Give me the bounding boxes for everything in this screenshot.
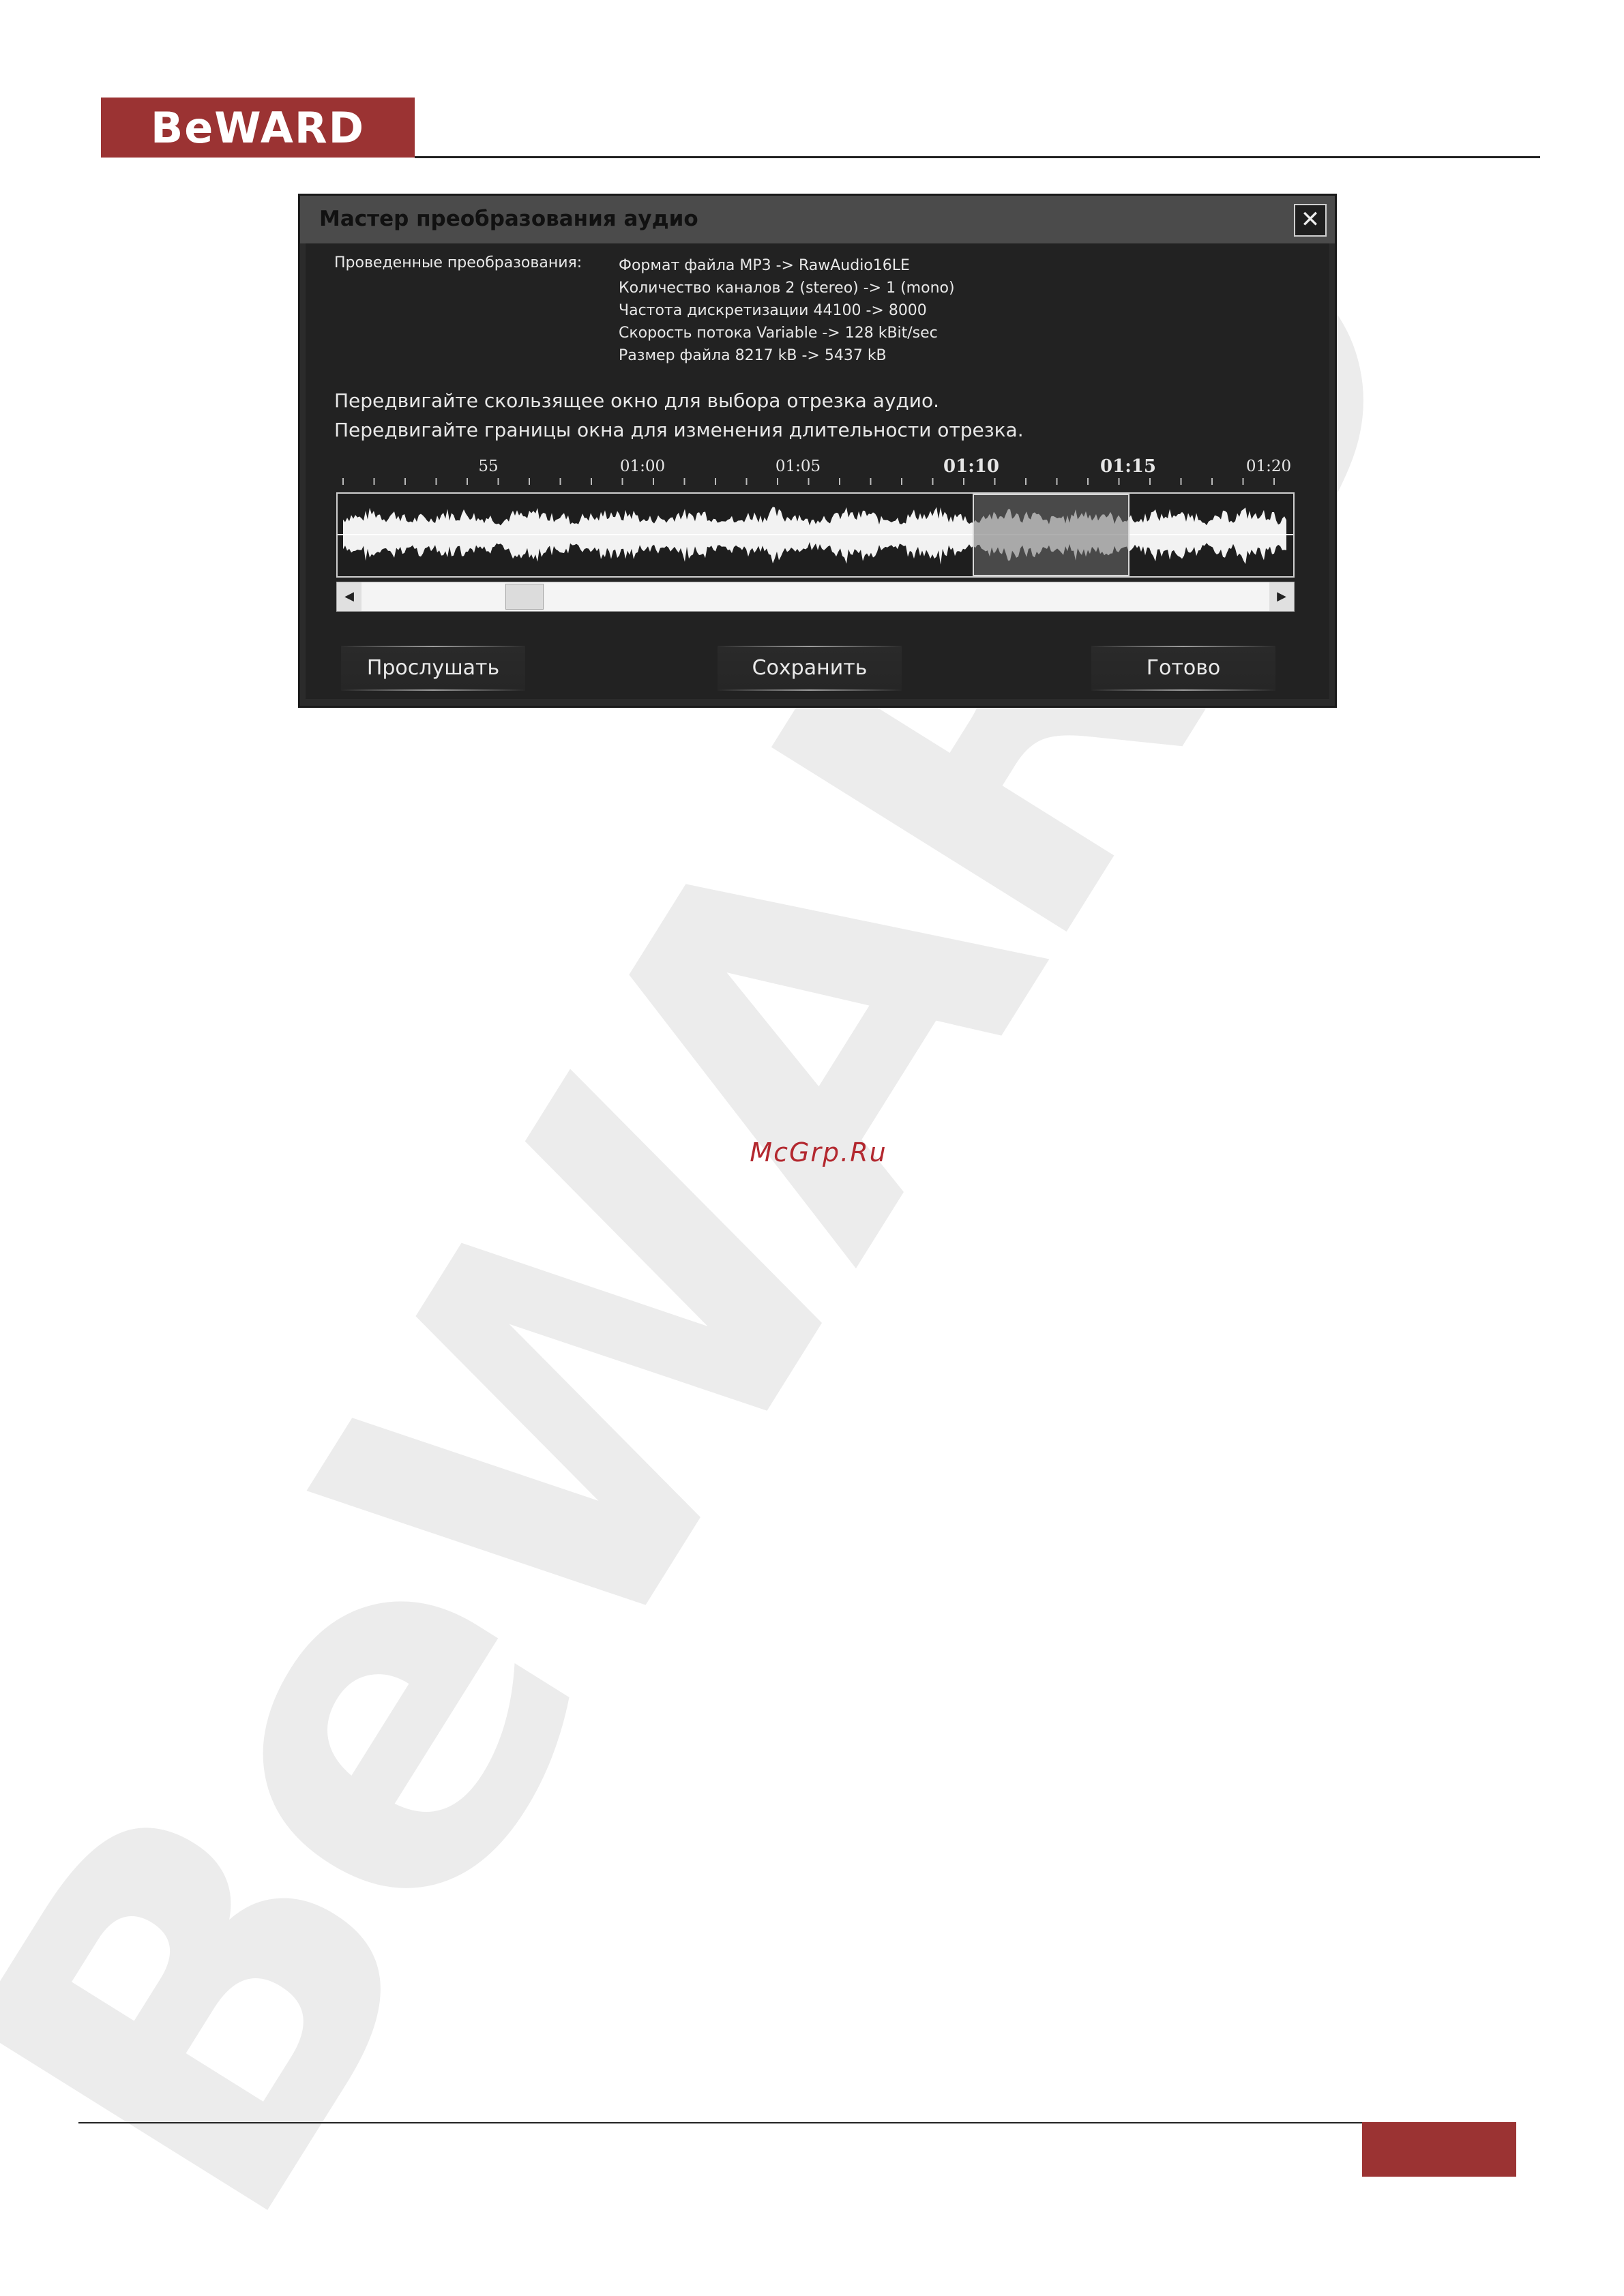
waveform-envelope — [343, 507, 1286, 565]
arrow-right-icon: ▶ — [1277, 589, 1286, 603]
instruction-text: Передвигайте скользящее окно для выбора … — [334, 389, 939, 412]
scroll-left-button[interactable]: ◀ — [337, 582, 361, 611]
close-button[interactable]: ✕ — [1294, 204, 1327, 237]
save-button[interactable]: Сохранить — [718, 646, 902, 691]
waveform-view[interactable] — [336, 492, 1295, 578]
conversion-item: Формат файла MP3 -> RawAudio16LE — [619, 257, 910, 274]
watermark-site-text: McGrp.Ru — [750, 1137, 887, 1167]
beward-logo: BeWARD — [101, 98, 415, 158]
logo-text: BeWARD — [150, 102, 366, 153]
waveform — [338, 507, 1293, 565]
timeline-label: 01:20 — [1245, 458, 1292, 475]
conversions-label: Проведенные преобразования: — [334, 254, 582, 271]
conversion-item: Скорость потока Variable -> 128 kBit/sec — [619, 325, 938, 342]
horizontal-scrollbar[interactable]: ◀ ▶ — [336, 582, 1295, 612]
scroll-right-button[interactable]: ▶ — [1269, 582, 1294, 611]
dialog-title: Мастер преобразования аудио — [319, 207, 698, 231]
conversion-item: Размер файла 8217 kB -> 5437 kB — [619, 347, 887, 364]
scroll-thumb[interactable] — [505, 584, 544, 610]
timeline-ticks — [342, 478, 1275, 485]
footer-page-box — [1362, 2122, 1516, 2177]
audio-conversion-dialog: Мастер преобразования аудио ✕ Проведенны… — [298, 194, 1337, 708]
timeline-label: 01:00 — [619, 458, 666, 475]
timeline-label: 55 — [478, 458, 499, 475]
dialog-titlebar[interactable]: Мастер преобразования аудио ✕ — [300, 196, 1335, 243]
close-icon: ✕ — [1300, 206, 1320, 233]
conversion-item: Количество каналов 2 (stereo) -> 1 (mono… — [619, 280, 955, 297]
instruction-text: Передвигайте границы окна для изменения … — [334, 419, 1024, 441]
listen-button[interactable]: Прослушать — [341, 646, 525, 691]
conversion-item: Частота дискретизации 44100 -> 8000 — [619, 302, 927, 319]
header-divider — [415, 156, 1540, 158]
footer-divider — [78, 2122, 1362, 2123]
done-button[interactable]: Готово — [1091, 646, 1275, 691]
conversions-list: Формат файла MP3 -> RawAudio16LE Количес… — [619, 254, 955, 367]
arrow-left-icon: ◀ — [344, 589, 354, 603]
timeline-label: 01:05 — [775, 458, 821, 475]
selection-window[interactable] — [973, 494, 1130, 576]
